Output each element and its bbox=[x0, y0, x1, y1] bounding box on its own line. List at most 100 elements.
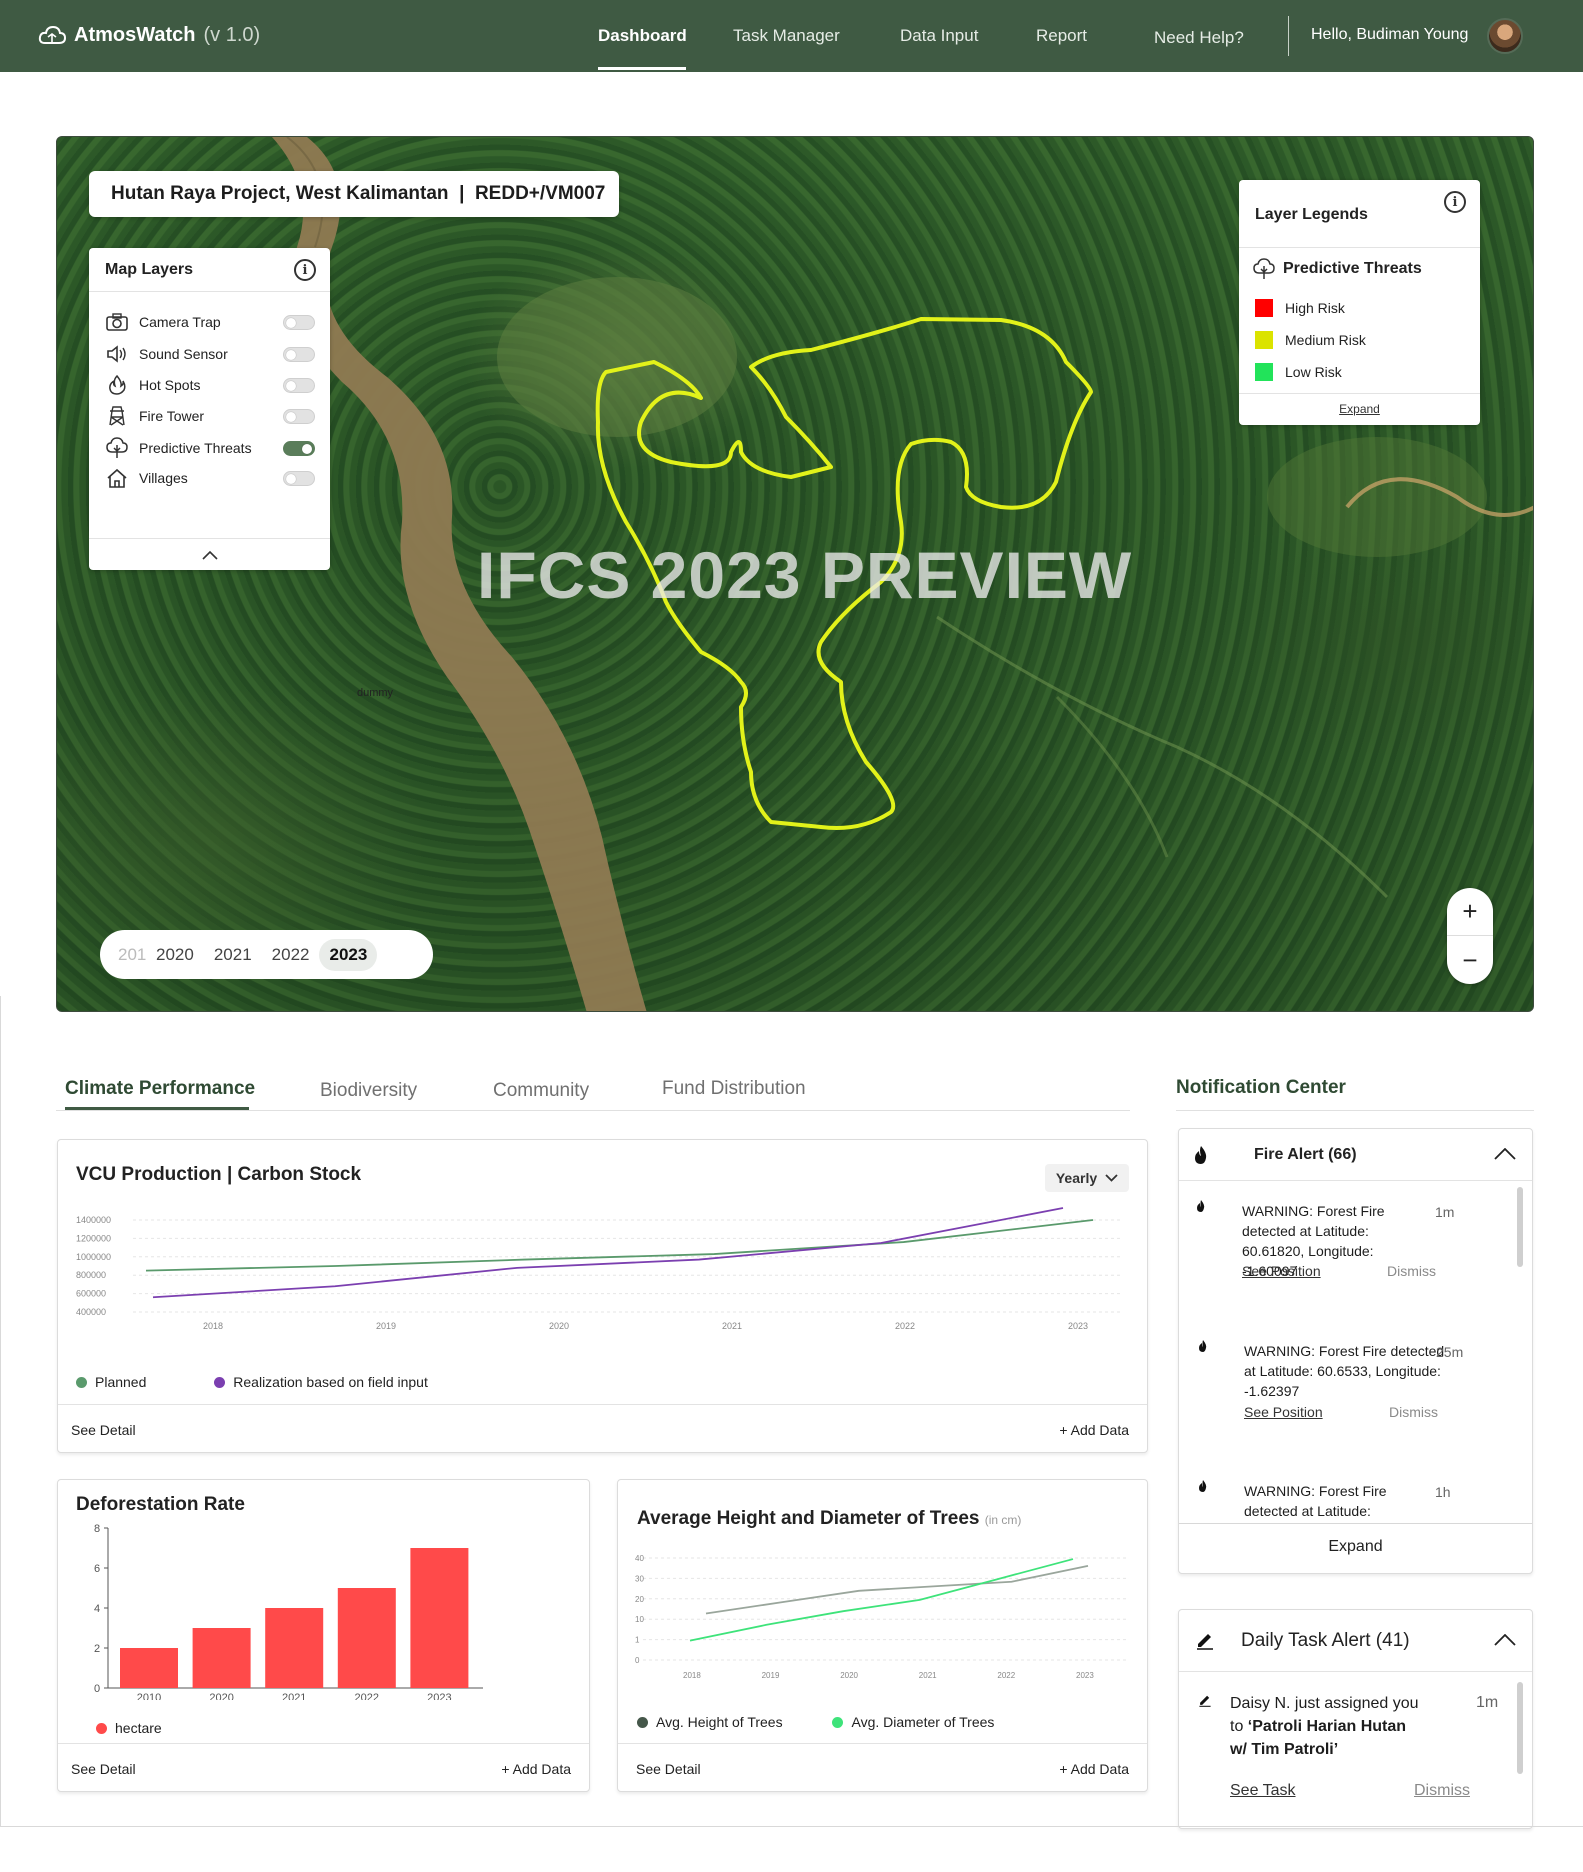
bar bbox=[192, 1628, 251, 1688]
notification-center-title: Notification Center bbox=[1176, 1077, 1346, 1098]
layer-toggle[interactable] bbox=[283, 347, 315, 362]
layer-camera-trap[interactable]: Camera Trap bbox=[105, 310, 315, 334]
info-icon[interactable]: i bbox=[294, 259, 316, 281]
year-option[interactable]: 2022 bbox=[262, 939, 320, 971]
task-alert-task-name: ‘Patroli Harian Hutan w/ Tim Patroli’ bbox=[1230, 1718, 1407, 1758]
diameter-line bbox=[689, 1558, 1074, 1642]
year-option[interactable]: 2021 bbox=[204, 939, 262, 971]
trees-legend: Avg. Height of Trees Avg. Diameter of Tr… bbox=[637, 1714, 994, 1730]
legend-item: High Risk bbox=[1255, 299, 1345, 317]
see-detail-link[interactable]: See Detail bbox=[636, 1761, 701, 1777]
dismiss-button[interactable]: Dismiss bbox=[1414, 1782, 1470, 1800]
y-tick-label: 40 bbox=[635, 1554, 644, 1563]
year-option[interactable]: 2020 bbox=[146, 939, 204, 971]
diameter-dot bbox=[832, 1717, 844, 1728]
layer-villages[interactable]: Villages bbox=[105, 466, 315, 490]
layer-label: Hot Spots bbox=[139, 377, 201, 393]
see-position-link[interactable]: See Position bbox=[1242, 1263, 1321, 1279]
y-tick-label: 1 bbox=[635, 1636, 640, 1645]
legend-item-label: Medium Risk bbox=[1285, 332, 1366, 348]
see-detail-link[interactable]: See Detail bbox=[71, 1422, 136, 1438]
add-data-button[interactable]: + Add Data bbox=[501, 1761, 571, 1777]
x-tick-label: 2022 bbox=[355, 1692, 379, 1700]
y-tick-label: 400000 bbox=[76, 1307, 106, 1317]
legend-item-label: High Risk bbox=[1285, 300, 1345, 316]
bar bbox=[410, 1548, 469, 1688]
chevron-down-icon bbox=[1105, 1174, 1118, 1182]
chevron-up-icon[interactable] bbox=[1494, 1634, 1516, 1646]
layer-toggle[interactable] bbox=[283, 409, 315, 424]
fire-expand-button[interactable]: Expand bbox=[1179, 1523, 1532, 1573]
zoom-out-button[interactable]: − bbox=[1447, 936, 1493, 984]
user-greeting: Hello, Budiman Young bbox=[1311, 26, 1469, 43]
trees-title-text: Average Height and Diameter of Trees bbox=[637, 1508, 980, 1529]
layer-toggle[interactable] bbox=[283, 315, 315, 330]
fire-alert-item-time: 1m bbox=[1435, 1204, 1455, 1220]
layer-sound-sensor[interactable]: Sound Sensor bbox=[105, 342, 315, 366]
nav-need-help[interactable]: Need Help? bbox=[1154, 28, 1244, 48]
y-tick-label: 0 bbox=[635, 1656, 640, 1665]
x-tick-label: 2021 bbox=[722, 1321, 742, 1331]
info-icon[interactable]: i bbox=[1444, 191, 1466, 213]
fire-alert-title: Fire Alert (66) bbox=[1254, 1146, 1357, 1163]
zoom-control: + − bbox=[1447, 888, 1493, 984]
legend-expand-link[interactable]: Expand bbox=[1239, 393, 1480, 425]
task-alert-text: Daisy N. just assigned you to ‘Patroli H… bbox=[1230, 1692, 1420, 1761]
height-dot bbox=[637, 1717, 648, 1728]
add-data-button[interactable]: + Add Data bbox=[1059, 1422, 1129, 1438]
x-tick-label: 2010 bbox=[137, 1692, 161, 1700]
nav-data-input[interactable]: Data Input bbox=[900, 26, 978, 46]
layer-predictive-threats[interactable]: Predictive Threats bbox=[105, 436, 315, 460]
map-view[interactable]: IFCS 2023 PREVIEW dummy Hutan Raya Proje… bbox=[56, 136, 1534, 1012]
layer-toggle[interactable] bbox=[283, 471, 315, 486]
trail bbox=[936, 615, 1389, 899]
chevron-up-icon[interactable] bbox=[1494, 1148, 1516, 1160]
nav-report[interactable]: Report bbox=[1036, 26, 1087, 46]
y-tick-label: 0 bbox=[94, 1683, 100, 1695]
nav-active-indicator bbox=[598, 67, 686, 70]
avatar[interactable] bbox=[1487, 18, 1523, 54]
period-value: Yearly bbox=[1055, 1170, 1098, 1186]
page-border-left bbox=[0, 996, 1, 1826]
task-alert-time: 1m bbox=[1476, 1694, 1499, 1711]
nav-task-manager[interactable]: Task Manager bbox=[733, 26, 840, 46]
fire-alert-header[interactable]: Fire Alert (66) bbox=[1179, 1129, 1532, 1181]
vcu-legend: Planned Realization based on field input bbox=[76, 1374, 428, 1390]
zoom-in-button[interactable]: + bbox=[1447, 888, 1493, 936]
tab-fund-distribution[interactable]: Fund Distribution bbox=[662, 1078, 806, 1100]
planned-dot bbox=[76, 1377, 87, 1388]
see-detail-link[interactable]: See Detail bbox=[71, 1761, 136, 1777]
layer-toggle[interactable] bbox=[283, 378, 315, 393]
pencil-icon bbox=[1197, 1634, 1213, 1650]
dismiss-button[interactable]: Dismiss bbox=[1389, 1404, 1438, 1420]
vcu-title: VCU Production | Carbon Stock bbox=[76, 1164, 362, 1185]
year-option-selected[interactable]: 2023 bbox=[319, 938, 378, 971]
daily-task-header[interactable]: Daily Task Alert (41) bbox=[1179, 1610, 1532, 1672]
scrollbar[interactable] bbox=[1517, 1682, 1523, 1774]
tab-community[interactable]: Community bbox=[493, 1080, 589, 1102]
tab-climate-performance[interactable]: Climate Performance bbox=[65, 1078, 255, 1100]
x-tick-label: 2023 bbox=[1076, 1671, 1094, 1680]
layer-hot-spots[interactable]: Hot Spots bbox=[105, 373, 315, 397]
year-option[interactable]: 2019 bbox=[108, 939, 146, 971]
legend-label: Avg. Diameter of Trees bbox=[851, 1714, 995, 1730]
add-data-button[interactable]: + Add Data bbox=[1059, 1761, 1129, 1777]
bar bbox=[265, 1608, 324, 1688]
scrollbar[interactable] bbox=[1517, 1187, 1523, 1267]
legend-item: Low Risk bbox=[1255, 363, 1342, 381]
brand[interactable]: AtmosWatch (v 1.0) bbox=[38, 24, 260, 47]
bar bbox=[337, 1588, 396, 1688]
layer-toggle[interactable] bbox=[283, 441, 315, 456]
top-navbar: AtmosWatch (v 1.0) Dashboard Task Manage… bbox=[0, 0, 1583, 72]
collapse-layers-button[interactable] bbox=[89, 538, 330, 570]
high-risk-swatch bbox=[1255, 299, 1273, 317]
see-position-link[interactable]: See Position bbox=[1244, 1404, 1323, 1420]
pencil-icon bbox=[1199, 1695, 1211, 1707]
see-task-link[interactable]: See Task bbox=[1230, 1782, 1296, 1800]
layer-fire-tower[interactable]: Fire Tower bbox=[105, 404, 315, 428]
brand-version: (v 1.0) bbox=[203, 24, 261, 46]
nav-dashboard[interactable]: Dashboard bbox=[598, 26, 687, 46]
tab-biodiversity[interactable]: Biodiversity bbox=[320, 1080, 417, 1102]
period-dropdown[interactable]: Yearly bbox=[1045, 1164, 1129, 1192]
dismiss-button[interactable]: Dismiss bbox=[1387, 1263, 1436, 1279]
